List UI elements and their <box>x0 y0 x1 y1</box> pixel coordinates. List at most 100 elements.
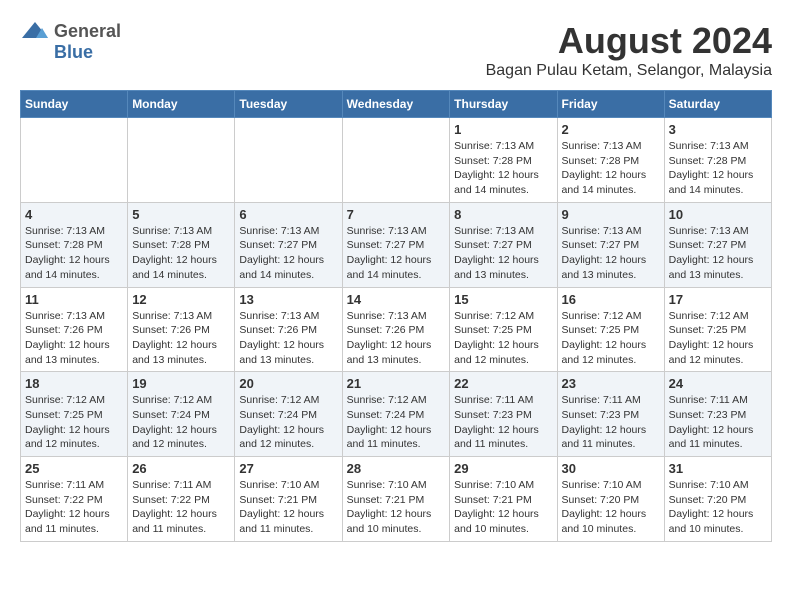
calendar-cell-w2-d5: 8 Sunrise: 7:13 AMSunset: 7:27 PMDaylight… <box>450 202 557 287</box>
calendar-cell-w2-d4: 7Sunrise: 7:13 AMSunset: 7:27 PMDaylight… <box>342 202 450 287</box>
day-info: Sunrise: 7:13 AMSunset: 7:28 PMDaylight:… <box>669 139 767 198</box>
day-number: 20 <box>239 376 337 391</box>
day-info: Sunrise: 7:13 AMSunset: 7:28 PMDaylight:… <box>25 224 123 283</box>
col-wednesday: Wednesday <box>342 91 450 118</box>
day-info: Sunrise: 7:13 AMSunset: 7:27 PMDaylight:… <box>347 224 446 283</box>
day-number: 3 <box>669 122 767 137</box>
calendar-cell-w3-d6: 16Sunrise: 7:12 AMSunset: 7:25 PMDayligh… <box>557 287 664 372</box>
calendar-cell-w2-d2: 5Sunrise: 7:13 AMSunset: 7:28 PMDaylight… <box>128 202 235 287</box>
day-number: 9 <box>562 207 660 222</box>
day-number: 12 <box>132 292 230 307</box>
calendar-cell-w4-d2: 19Sunrise: 7:12 AMSunset: 7:24 PMDayligh… <box>128 372 235 457</box>
calendar-cell-w4-d5: 22 Sunrise: 7:11 AMSunset: 7:23 PMDayligh… <box>450 372 557 457</box>
calendar-cell-w5-d2: 26Sunrise: 7:11 AMSunset: 7:22 PMDayligh… <box>128 457 235 542</box>
day-number: 8 <box>454 207 552 222</box>
day-number: 16 <box>562 292 660 307</box>
col-thursday: Thursday <box>450 91 557 118</box>
day-number: 13 <box>239 292 337 307</box>
col-tuesday: Tuesday <box>235 91 342 118</box>
calendar-cell-w2-d6: 9 Sunrise: 7:13 AMSunset: 7:27 PMDaylight… <box>557 202 664 287</box>
calendar-cell-w3-d4: 14 Sunrise: 7:13 AMSunset: 7:26 PMDayligh… <box>342 287 450 372</box>
calendar-cell-w4-d6: 23Sunrise: 7:11 AMSunset: 7:23 PMDayligh… <box>557 372 664 457</box>
day-info: Sunrise: 7:10 AMSunset: 7:20 PMDaylight:… <box>562 478 660 537</box>
week-row-5: 25Sunrise: 7:11 AMSunset: 7:22 PMDayligh… <box>21 457 772 542</box>
calendar-body: 1 Sunrise: 7:13 AMSunset: 7:28 PMDaylight… <box>21 118 772 542</box>
header-row: Sunday Monday Tuesday Wednesday Thursday… <box>21 91 772 118</box>
calendar-cell-w1-d5: 1 Sunrise: 7:13 AMSunset: 7:28 PMDaylight… <box>450 118 557 203</box>
day-number: 19 <box>132 376 230 391</box>
day-info: Sunrise: 7:12 AMSunset: 7:24 PMDaylight:… <box>347 393 446 452</box>
calendar-cell-w5-d3: 27 Sunrise: 7:10 AMSunset: 7:21 PMDayligh… <box>235 457 342 542</box>
day-number: 18 <box>25 376 123 391</box>
day-info: Sunrise: 7:11 AMSunset: 7:23 PMDaylight:… <box>669 393 767 452</box>
calendar-cell-w5-d7: 31 Sunrise: 7:10 AMSunset: 7:20 PMDayligh… <box>664 457 771 542</box>
day-info: Sunrise: 7:10 AMSunset: 7:21 PMDaylight:… <box>454 478 552 537</box>
day-number: 15 <box>454 292 552 307</box>
calendar-cell-w5-d1: 25Sunrise: 7:11 AMSunset: 7:22 PMDayligh… <box>21 457 128 542</box>
calendar-cell-w3-d5: 15 Sunrise: 7:12 AMSunset: 7:25 PMDayligh… <box>450 287 557 372</box>
col-friday: Friday <box>557 91 664 118</box>
col-sunday: Sunday <box>21 91 128 118</box>
day-number: 23 <box>562 376 660 391</box>
day-info: Sunrise: 7:11 AMSunset: 7:22 PMDaylight:… <box>25 478 123 537</box>
calendar-cell-w2-d3: 6Sunrise: 7:13 AMSunset: 7:27 PMDaylight… <box>235 202 342 287</box>
week-row-2: 4 Sunrise: 7:13 AMSunset: 7:28 PMDaylight… <box>21 202 772 287</box>
calendar-cell-w4-d3: 20 Sunrise: 7:12 AMSunset: 7:24 PMDayligh… <box>235 372 342 457</box>
col-saturday: Saturday <box>664 91 771 118</box>
day-info: Sunrise: 7:12 AMSunset: 7:25 PMDaylight:… <box>669 309 767 368</box>
calendar-cell-w1-d2 <box>128 118 235 203</box>
day-number: 17 <box>669 292 767 307</box>
logo-blue: Blue <box>54 42 93 63</box>
calendar-cell-w3-d7: 17 Sunrise: 7:12 AMSunset: 7:25 PMDayligh… <box>664 287 771 372</box>
week-row-3: 11 Sunrise: 7:13 AMSunset: 7:26 PMDayligh… <box>21 287 772 372</box>
calendar-cell-w2-d7: 10 Sunrise: 7:13 AMSunset: 7:27 PMDayligh… <box>664 202 771 287</box>
day-info: Sunrise: 7:13 AMSunset: 7:27 PMDaylight:… <box>239 224 337 283</box>
day-number: 29 <box>454 461 552 476</box>
calendar-cell-w4-d4: 21Sunrise: 7:12 AMSunset: 7:24 PMDayligh… <box>342 372 450 457</box>
calendar-cell-w1-d7: 3 Sunrise: 7:13 AMSunset: 7:28 PMDaylight… <box>664 118 771 203</box>
day-info: Sunrise: 7:13 AMSunset: 7:26 PMDaylight:… <box>347 309 446 368</box>
day-info: Sunrise: 7:13 AMSunset: 7:28 PMDaylight:… <box>454 139 552 198</box>
month-title: August 2024 <box>486 20 772 62</box>
day-number: 27 <box>239 461 337 476</box>
calendar-header: Sunday Monday Tuesday Wednesday Thursday… <box>21 91 772 118</box>
col-monday: Monday <box>128 91 235 118</box>
day-info: Sunrise: 7:13 AMSunset: 7:27 PMDaylight:… <box>454 224 552 283</box>
calendar-cell-w1-d4 <box>342 118 450 203</box>
logo-icon <box>20 20 50 42</box>
calendar-cell-w3-d2: 12 Sunrise: 7:13 AMSunset: 7:26 PMDayligh… <box>128 287 235 372</box>
day-number: 26 <box>132 461 230 476</box>
day-number: 5 <box>132 207 230 222</box>
day-number: 10 <box>669 207 767 222</box>
calendar-cell-w5-d6: 30 Sunrise: 7:10 AMSunset: 7:20 PMDayligh… <box>557 457 664 542</box>
day-info: Sunrise: 7:12 AMSunset: 7:25 PMDaylight:… <box>454 309 552 368</box>
title-block: August 2024 Bagan Pulau Ketam, Selangor,… <box>486 20 772 80</box>
day-number: 22 <box>454 376 552 391</box>
calendar-cell-w1-d1 <box>21 118 128 203</box>
day-number: 31 <box>669 461 767 476</box>
day-info: Sunrise: 7:12 AMSunset: 7:24 PMDaylight:… <box>239 393 337 452</box>
calendar-cell-w5-d4: 28Sunrise: 7:10 AMSunset: 7:21 PMDayligh… <box>342 457 450 542</box>
day-number: 28 <box>347 461 446 476</box>
day-info: Sunrise: 7:13 AMSunset: 7:26 PMDaylight:… <box>25 309 123 368</box>
logo: General Blue <box>20 20 121 63</box>
day-info: Sunrise: 7:10 AMSunset: 7:20 PMDaylight:… <box>669 478 767 537</box>
day-number: 1 <box>454 122 552 137</box>
day-number: 14 <box>347 292 446 307</box>
day-info: Sunrise: 7:11 AMSunset: 7:23 PMDaylight:… <box>454 393 552 452</box>
calendar-cell-w1-d6: 2 Sunrise: 7:13 AMSunset: 7:28 PMDaylight… <box>557 118 664 203</box>
calendar-cell-w3-d3: 13Sunrise: 7:13 AMSunset: 7:26 PMDayligh… <box>235 287 342 372</box>
day-number: 30 <box>562 461 660 476</box>
day-number: 24 <box>669 376 767 391</box>
day-info: Sunrise: 7:13 AMSunset: 7:27 PMDaylight:… <box>669 224 767 283</box>
calendar-cell-w4-d1: 18Sunrise: 7:12 AMSunset: 7:25 PMDayligh… <box>21 372 128 457</box>
day-info: Sunrise: 7:13 AMSunset: 7:27 PMDaylight:… <box>562 224 660 283</box>
day-number: 2 <box>562 122 660 137</box>
day-number: 4 <box>25 207 123 222</box>
day-info: Sunrise: 7:10 AMSunset: 7:21 PMDaylight:… <box>239 478 337 537</box>
calendar-cell-w5-d5: 29 Sunrise: 7:10 AMSunset: 7:21 PMDayligh… <box>450 457 557 542</box>
day-info: Sunrise: 7:13 AMSunset: 7:28 PMDaylight:… <box>562 139 660 198</box>
day-number: 11 <box>25 292 123 307</box>
day-info: Sunrise: 7:13 AMSunset: 7:26 PMDaylight:… <box>132 309 230 368</box>
calendar-cell-w2-d1: 4 Sunrise: 7:13 AMSunset: 7:28 PMDaylight… <box>21 202 128 287</box>
